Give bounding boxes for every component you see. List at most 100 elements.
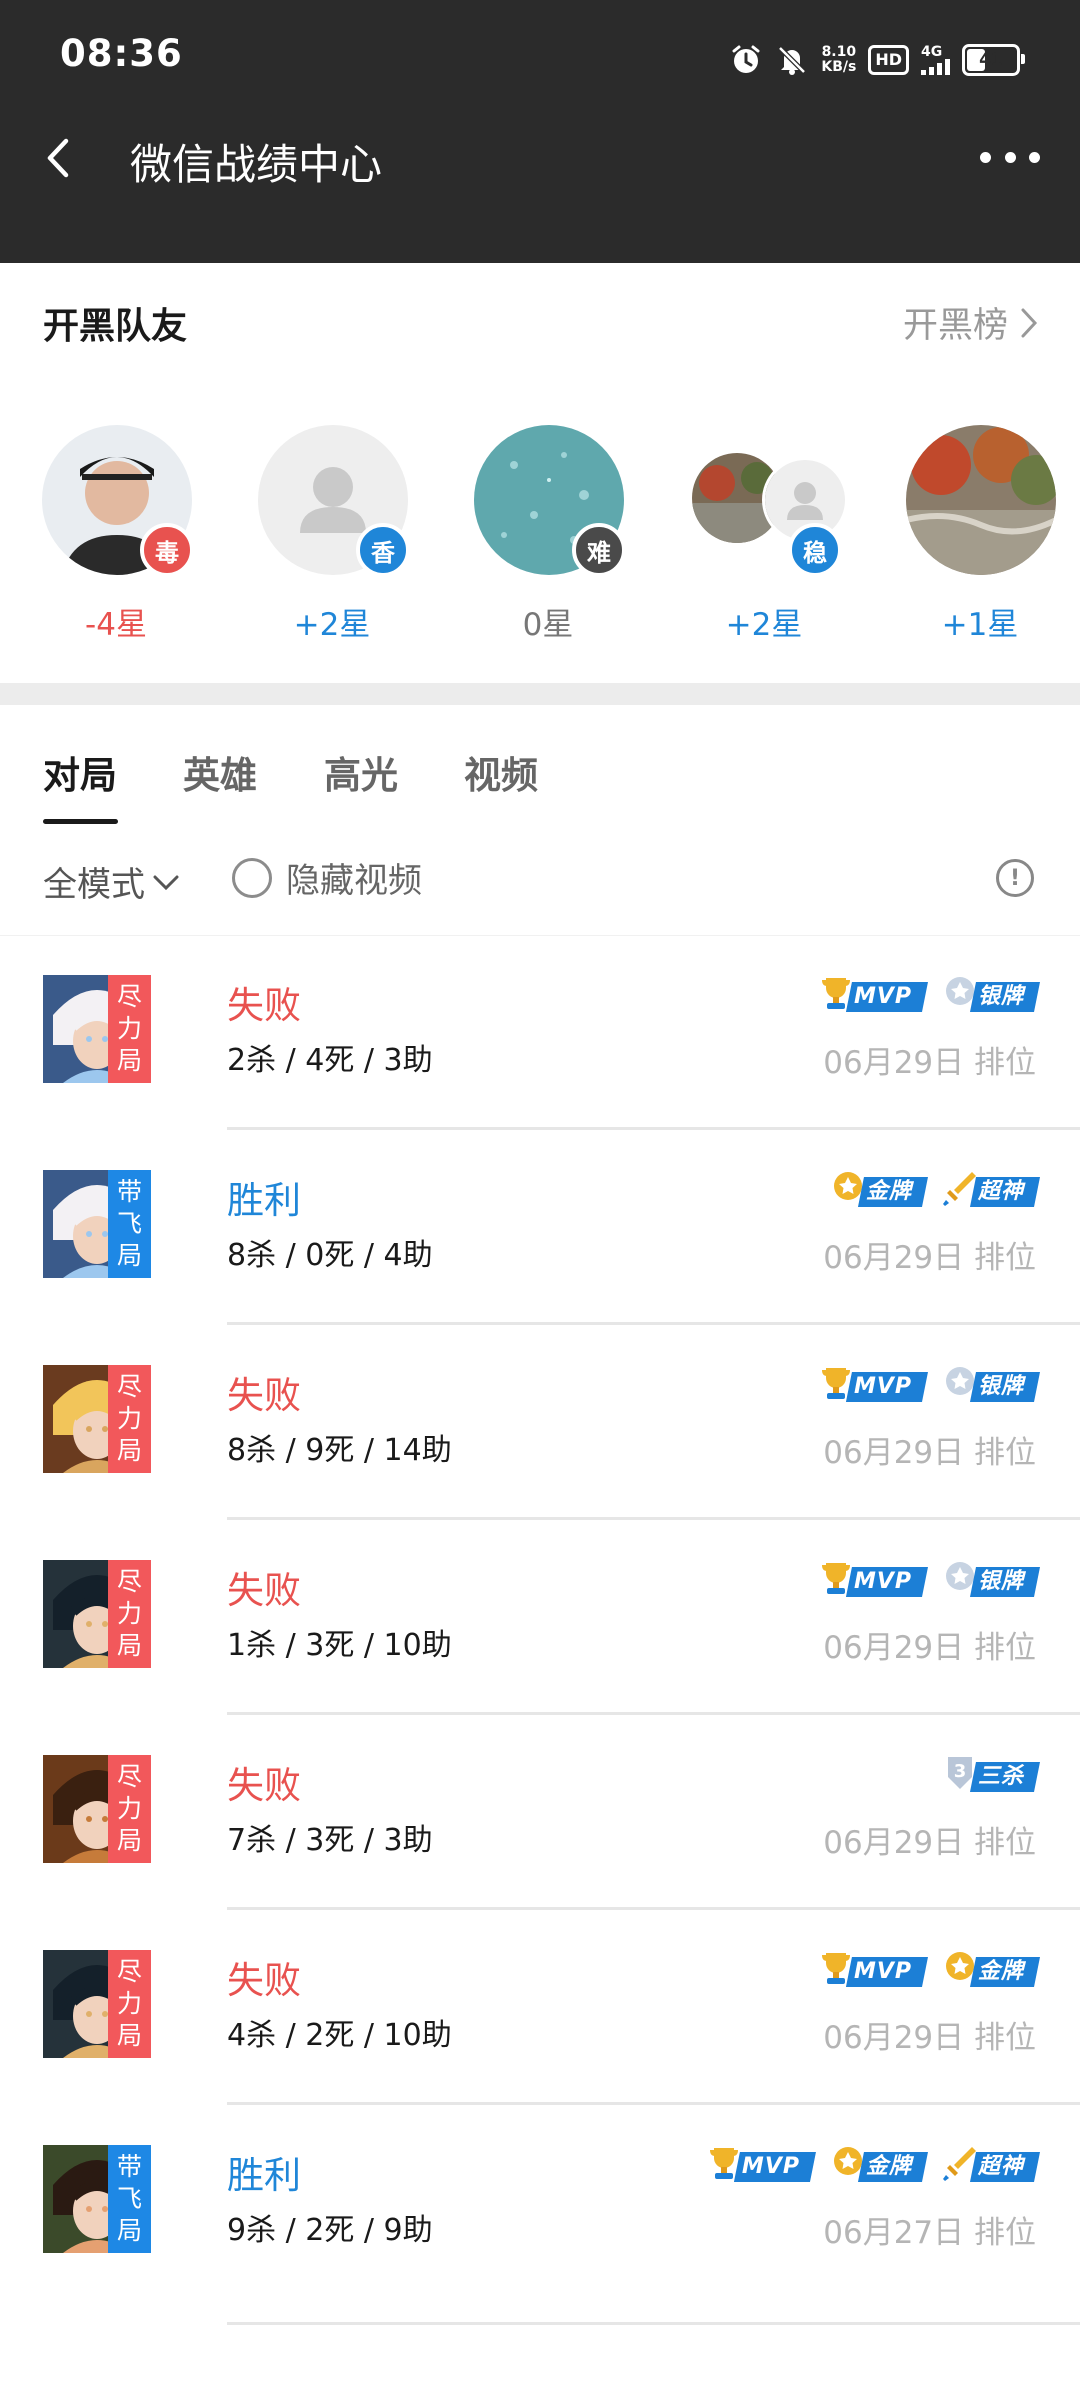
svg-text:3: 3 <box>954 1761 967 1782</box>
status-bar: 08:36 8.10 KB/s HD 4G 41 <box>0 0 1080 115</box>
match-type-tag: 尽力局 <box>108 1560 151 1668</box>
match-row[interactable]: 尽力局 失败 7杀 / 3死 / 3助 3 三杀 06月29日 排位 <box>0 1715 1080 1910</box>
teammate-item[interactable]: +1星 <box>880 423 1080 663</box>
tab-bar: 对局 英雄 高光 视频 <box>0 705 1080 825</box>
match-meta: 06月29日 排位 <box>823 1630 1036 1666</box>
top-header: 08:36 8.10 KB/s HD 4G 41 微信战绩中心 <box>0 0 1080 263</box>
match-row[interactable]: 尽力局 失败 1杀 / 3死 / 10助 MVP 银牌 06月29日 排位 <box>0 1520 1080 1715</box>
match-meta: 06月29日 排位 <box>823 1240 1036 1276</box>
teammates-title: 开黑队友 <box>43 306 188 347</box>
match-kda: 1杀 / 3死 / 10助 <box>227 1628 452 1663</box>
mode-dropdown[interactable]: 全模式 <box>43 857 181 906</box>
tab-videos[interactable]: 视频 <box>464 745 538 799</box>
leaderboard-link[interactable]: 开黑榜 <box>903 297 1040 348</box>
teammate-item[interactable]: 香 +2星 <box>232 423 432 663</box>
teammate-badge: 香 <box>356 523 410 577</box>
status-time: 08:36 <box>60 32 183 75</box>
medal-list: MVP 银牌 <box>816 1367 1040 1403</box>
match-result: 失败 <box>227 984 301 1027</box>
match-result: 失败 <box>227 1764 301 1807</box>
medal-label: 金牌 <box>858 1177 928 1207</box>
info-icon[interactable]: ! <box>996 859 1034 897</box>
hide-video-toggle[interactable]: 隐藏视频 <box>232 853 422 902</box>
match-type-tag: 尽力局 <box>108 1755 151 1863</box>
section-divider <box>0 683 1080 705</box>
more-dots-icon[interactable] <box>980 135 1040 179</box>
match-result: 胜利 <box>227 2154 301 2197</box>
hide-video-label: 隐藏视频 <box>286 861 422 901</box>
row-separator <box>227 2322 1080 2325</box>
chevron-down-icon <box>153 875 179 890</box>
tab-highlights[interactable]: 高光 <box>324 745 398 799</box>
medal-label: 银牌 <box>970 982 1040 1012</box>
medal-label: MVP <box>846 1957 928 1987</box>
match-kda: 8杀 / 0死 / 4助 <box>227 1238 433 1273</box>
match-result: 胜利 <box>227 1179 301 1222</box>
battery-level: 41 <box>979 50 1003 70</box>
teammate-item[interactable]: 毒 -4星 <box>16 423 216 663</box>
match-meta: 06月29日 排位 <box>823 1435 1036 1471</box>
hd-badge: HD <box>868 45 909 75</box>
page-title: 微信战绩中心 <box>130 140 383 189</box>
match-type-char: 局 <box>116 1046 142 1075</box>
match-type-char: 尽 <box>116 1567 142 1596</box>
alarm-icon <box>729 43 763 77</box>
status-icons: 8.10 KB/s HD 4G 41 <box>729 38 1025 82</box>
match-row[interactable]: 尽力局 失败 4杀 / 2死 / 10助 MVP 金牌 06月29日 排位 <box>0 1910 1080 2105</box>
match-row[interactable]: 带飞局 胜利 8杀 / 0死 / 4助 金牌 超神 06月29日 排位 <box>0 1130 1080 1325</box>
medal-badge: 银牌 <box>940 1367 1040 1403</box>
medal-label: 银牌 <box>970 1567 1040 1597</box>
match-row[interactable]: 尽力局 失败 8杀 / 9死 / 14助 MVP 银牌 06月29日 排位 <box>0 1325 1080 1520</box>
nav-bar: 微信战绩中心 <box>0 115 1080 200</box>
match-type-tag: 尽力局 <box>108 975 151 1083</box>
medal-badge: 超神 <box>940 1172 1040 1208</box>
teammate-badge: 难 <box>572 523 626 577</box>
match-result: 失败 <box>227 1569 301 1612</box>
match-type-tag: 带飞局 <box>108 1170 151 1278</box>
hide-video-radio[interactable] <box>232 857 272 898</box>
match-type-char: 力 <box>116 1599 142 1628</box>
teammate-item[interactable]: 稳 +2星 <box>664 423 864 663</box>
match-type-tag: 尽力局 <box>108 1950 151 2058</box>
medal-label: 银牌 <box>970 1372 1040 1402</box>
medal-label: 三杀 <box>970 1762 1040 1792</box>
teammate-badge: 稳 <box>788 523 842 577</box>
match-type-char: 局 <box>116 2216 142 2245</box>
match-meta: 06月29日 排位 <box>823 1045 1036 1081</box>
match-type-char: 尽 <box>116 1762 142 1791</box>
match-type-char: 局 <box>116 1826 142 1855</box>
match-meta: 06月29日 排位 <box>823 1825 1036 1861</box>
teammate-stars: +2星 <box>293 607 371 643</box>
mute-bell-icon <box>775 43 809 77</box>
teammate-stars: +2星 <box>725 607 803 643</box>
match-row[interactable]: 尽力局 失败 2杀 / 4死 / 3助 MVP 银牌 06月29日 排位 <box>0 935 1080 1130</box>
teammate-item[interactable]: 难 0星 <box>448 423 648 663</box>
back-arrow-icon[interactable] <box>36 133 86 183</box>
teammate-stars: +1星 <box>941 607 1019 643</box>
net-speed-value: 8.10 <box>821 44 857 60</box>
match-type-char: 尽 <box>116 982 142 1011</box>
match-meta: 06月27日 排位 <box>823 2215 1036 2251</box>
medal-badge: MVP <box>816 978 928 1013</box>
match-type-char: 局 <box>116 1631 142 1660</box>
medal-badge: 金牌 <box>940 1952 1040 1988</box>
tab-matches[interactable]: 对局 <box>43 745 117 799</box>
match-type-char: 力 <box>116 1404 142 1433</box>
tab-heroes[interactable]: 英雄 <box>183 745 257 799</box>
medal-badge: 银牌 <box>940 1562 1040 1598</box>
mode-dropdown-label: 全模式 <box>43 865 145 905</box>
match-row[interactable]: 带飞局 胜利 9杀 / 2死 / 9助 MVP 金牌 超神 06月27日 排位 <box>0 2105 1080 2325</box>
teammate-badge: 毒 <box>140 523 194 577</box>
filter-bar: 全模式 隐藏视频 ! <box>0 825 1080 936</box>
medal-badge: 超神 <box>940 2147 1040 2183</box>
medal-label: MVP <box>846 982 928 1012</box>
medal-list: MVP 银牌 <box>816 977 1040 1013</box>
medal-list: MVP 金牌 <box>816 1952 1040 1988</box>
match-result: 失败 <box>227 1959 301 2002</box>
medal-list: MVP 金牌 超神 <box>704 2147 1040 2183</box>
medal-badge: MVP <box>816 1953 928 1988</box>
match-kda: 4杀 / 2死 / 10助 <box>227 2018 452 2053</box>
medal-badge: MVP <box>816 1368 928 1403</box>
medal-badge: MVP <box>704 2148 816 2183</box>
teammate-stars: -4星 <box>85 607 147 643</box>
